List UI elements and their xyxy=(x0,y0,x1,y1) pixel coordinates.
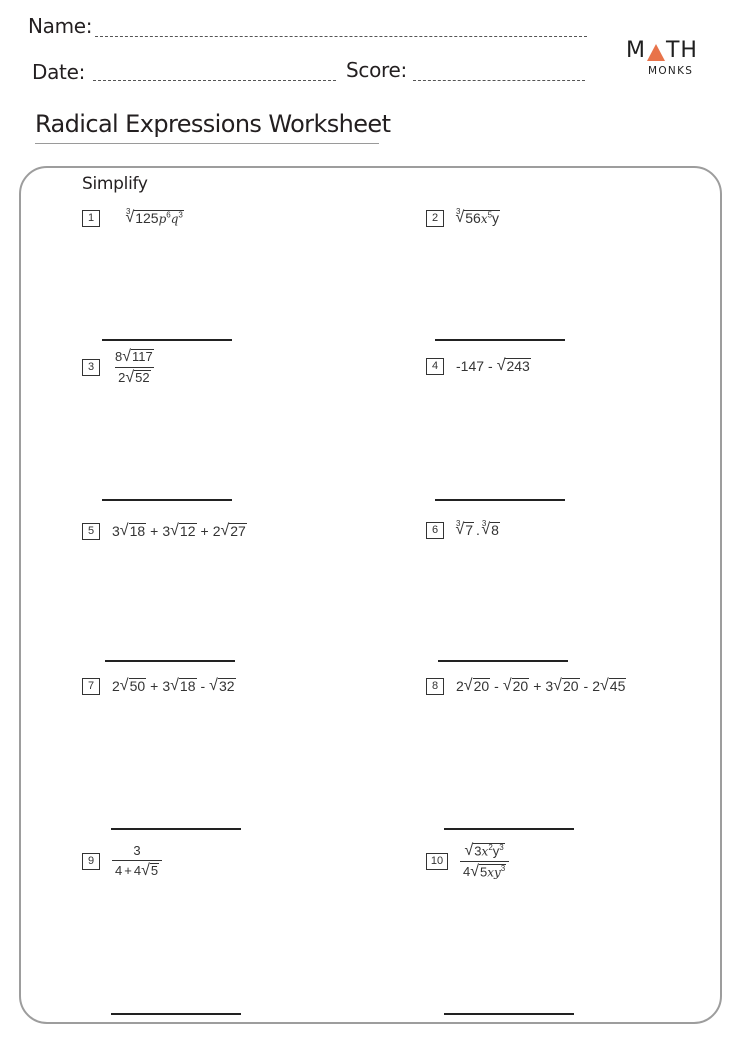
fraction: √ 3x2y3 4 √ 5xy3 xyxy=(460,843,510,880)
question-expression: -147- √ 243 xyxy=(456,357,531,375)
question-expression: 8 √ 117 2 √ 52 xyxy=(112,349,157,386)
name-label: Name: xyxy=(28,14,93,38)
answer-line-5[interactable] xyxy=(105,660,235,662)
date-field[interactable] xyxy=(93,80,336,81)
question-expression: √ 3x2y3 4 √ 5xy3 xyxy=(460,843,510,880)
question-number: 6 xyxy=(426,522,444,539)
question-number: 8 xyxy=(426,678,444,695)
question-number: 7 xyxy=(82,678,100,695)
question-expression: 2 √ 50 + 3 √ 18 - √ 32 xyxy=(112,677,236,695)
logo-subtitle: MONKS xyxy=(648,65,694,77)
question-expression: 2 √ 20 - √ 20 + 3 √ 20 - 2 √ 45 xyxy=(456,677,627,695)
question-9: 9 3 4 +4 √ 5 xyxy=(82,843,163,879)
question-expression: 3 √ 125p6q3 xyxy=(125,207,184,227)
question-number: 2 xyxy=(426,210,444,227)
score-field[interactable] xyxy=(413,80,585,81)
logo-text-th: TH xyxy=(665,38,698,63)
answer-line-9[interactable] xyxy=(111,1013,241,1015)
worksheet-title: Radical Expressions Worksheet xyxy=(35,110,391,138)
cube-root: 3 √ 56x5y xyxy=(455,207,501,227)
answer-line-7[interactable] xyxy=(111,828,241,830)
question-number: 5 xyxy=(82,523,100,540)
math-monks-logo: M TH MONKS xyxy=(626,38,706,78)
question-number: 4 xyxy=(426,358,444,375)
answer-line-3[interactable] xyxy=(102,499,232,501)
question-4: 4 -147- √ 243 xyxy=(426,358,531,375)
answer-line-6[interactable] xyxy=(438,660,568,662)
answer-line-10[interactable] xyxy=(444,1013,574,1015)
question-5: 5 3 √ 18 + 3 √ 12 + 2 √ 27 xyxy=(82,523,247,540)
question-10: 10 √ 3x2y3 4 √ 5xy3 xyxy=(426,843,510,880)
logo-text-m: M xyxy=(626,38,646,63)
answer-line-4[interactable] xyxy=(435,499,565,501)
question-8: 8 2 √ 20 - √ 20 + 3 √ 20 - 2 √ 45 xyxy=(426,677,627,695)
question-expression: 3 √ 7 . 3 √ 8 xyxy=(455,519,500,539)
score-label: Score: xyxy=(346,58,407,82)
question-6: 6 3 √ 7 . 3 √ 8 xyxy=(426,519,500,539)
fraction: 8 √ 117 2 √ 52 xyxy=(115,348,154,386)
question-number: 1 xyxy=(82,210,100,227)
question-number: 10 xyxy=(426,853,448,870)
worksheet-frame xyxy=(19,166,722,1024)
answer-line-1[interactable] xyxy=(102,339,232,341)
question-3: 3 8 √ 117 2 √ 52 xyxy=(82,349,157,386)
date-label: Date: xyxy=(32,60,86,84)
question-1: 1 3 √ 125p6q3 xyxy=(82,207,184,227)
instruction: Simplify xyxy=(82,174,148,194)
title-underline xyxy=(35,143,379,144)
question-number: 9 xyxy=(82,852,100,870)
question-7: 7 2 √ 50 + 3 √ 18 - √ 32 xyxy=(82,678,236,695)
question-expression: 3 4 +4 √ 5 xyxy=(112,843,163,879)
cube-root: 3 √ 125p6q3 xyxy=(125,207,184,227)
question-number: 3 xyxy=(82,359,100,376)
fraction: 3 4 +4 √ 5 xyxy=(112,843,163,879)
triangle-icon xyxy=(646,44,665,61)
question-2: 2 3 √ 56x5y xyxy=(426,207,501,227)
name-field[interactable] xyxy=(95,36,587,37)
question-expression: 3 √ 56x5y xyxy=(455,207,501,227)
question-expression: 3 √ 18 + 3 √ 12 + 2 √ 27 xyxy=(112,522,247,540)
answer-line-2[interactable] xyxy=(435,339,565,341)
answer-line-8[interactable] xyxy=(444,828,574,830)
